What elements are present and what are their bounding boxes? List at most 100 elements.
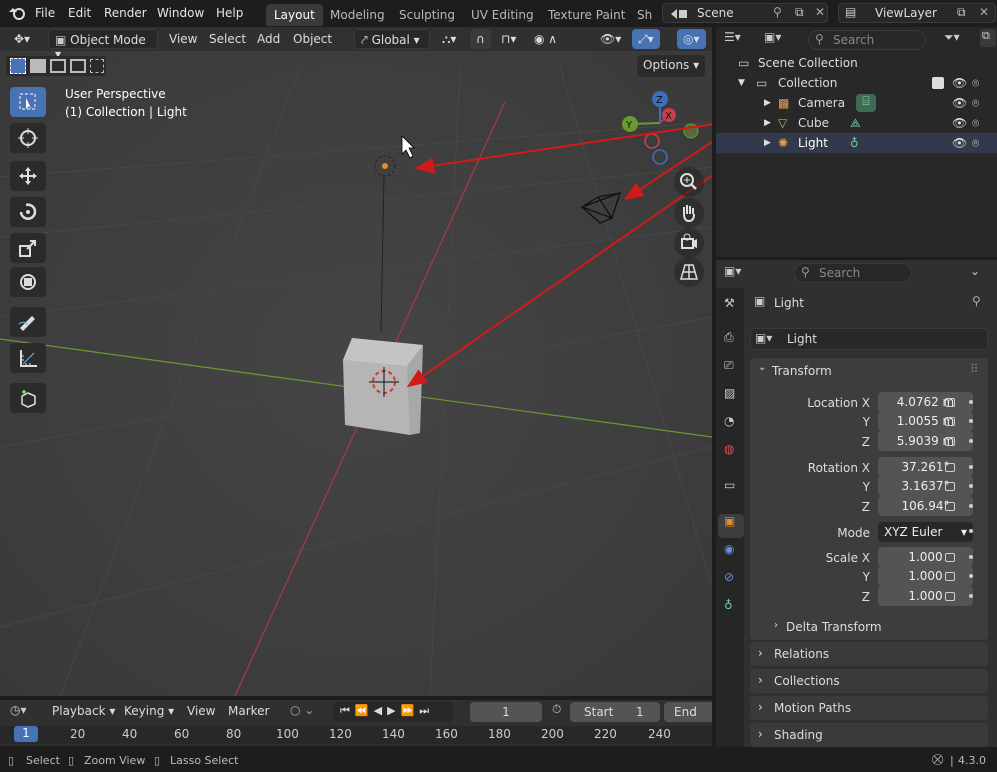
end-frame-field[interactable]: End [664, 702, 712, 722]
select-subtract-icon[interactable] [50, 59, 66, 73]
select-invert-icon[interactable] [70, 59, 86, 73]
pin-icon[interactable]: ⚲ [773, 5, 782, 19]
light-data-tab-icon[interactable]: ♁ [718, 598, 744, 622]
auto-keying-icon[interactable]: ○ ⌄ [290, 703, 314, 717]
object-tab-icon[interactable]: ▣ [718, 514, 744, 538]
rotate-tool[interactable] [10, 197, 46, 227]
scale-x-field[interactable]: 1.000 [878, 547, 973, 567]
mesh-data-icon[interactable]: ⟁ [850, 116, 861, 131]
keyframe-dot-icon[interactable] [969, 400, 973, 404]
lock-icon[interactable] [945, 572, 955, 581]
motion-paths-section[interactable]: › Motion Paths [750, 696, 988, 720]
gizmo-toggle-icon[interactable]: ⤢▾ [632, 29, 660, 49]
measure-tool[interactable] [10, 343, 46, 373]
select-new-icon[interactable] [10, 58, 26, 74]
scene-selector[interactable]: Scene ⚲ ⧉ ✕ [662, 3, 828, 23]
scale-y-field[interactable]: 1.000 [878, 566, 973, 586]
annotate-tool[interactable] [10, 307, 46, 337]
menu-add[interactable]: Add [251, 29, 286, 49]
scale-tool[interactable] [10, 233, 46, 263]
stopwatch-icon[interactable]: ⏱ [552, 702, 561, 717]
play-icon[interactable]: ▶ [387, 704, 400, 717]
chevron-down-icon[interactable]: ⌄ [758, 362, 766, 373]
mode-dropdown[interactable]: ▣ Object Mode ▾ [48, 29, 158, 61]
marker-menu[interactable]: Marker [228, 704, 269, 718]
visibility-icon[interactable]: 👁▾ [594, 29, 627, 49]
keyframe-dot-icon[interactable] [969, 484, 973, 488]
play-reverse-icon[interactable]: ◀ [374, 704, 387, 717]
rotation-mode-dropdown[interactable]: XYZ Euler ▾ [878, 522, 973, 542]
orientation-dropdown[interactable]: ⤤ Global ▾ [354, 29, 430, 49]
select-intersect-icon[interactable] [90, 59, 104, 73]
editor-type-icon[interactable]: ✥▾ [8, 29, 36, 49]
current-frame-field[interactable]: 1 [470, 702, 542, 722]
select-box-tool[interactable] [10, 87, 46, 117]
next-keyframe-icon[interactable]: ⏩ [401, 704, 420, 717]
eye-icon[interactable]: 👁 [952, 76, 967, 90]
view-layer-tab-icon[interactable]: ▨ [718, 386, 744, 410]
chevron-down-icon[interactable]: ▼ [738, 78, 745, 88]
pan-hand-icon[interactable] [674, 198, 704, 228]
menu-help[interactable]: Help [216, 6, 243, 20]
keyframe-dot-icon[interactable] [969, 594, 973, 598]
properties-editor-icon[interactable]: ▣▾ [724, 264, 741, 278]
tool-tab-icon[interactable]: ⚒ [718, 296, 744, 320]
light-data-icon[interactable]: ♁ [850, 136, 859, 150]
proportional-edit-icon[interactable]: ◉ ∧ [528, 29, 563, 49]
add-cube-tool[interactable] [10, 383, 46, 413]
tab-modeling[interactable]: Modeling [322, 4, 393, 26]
shading-section[interactable]: › Shading [750, 723, 988, 747]
cursor-tool[interactable] [10, 123, 46, 153]
camera-render-icon[interactable]: ⌾ [972, 116, 979, 131]
cube-object[interactable] [343, 338, 423, 435]
pivot-icon[interactable]: ⛬▾ [436, 29, 462, 49]
collection-tab-icon[interactable]: ▭ [718, 478, 744, 502]
rotation-x-field[interactable]: 37.261° [878, 457, 973, 477]
select-extend-icon[interactable] [30, 59, 46, 73]
jump-start-icon[interactable]: ⏮ [340, 704, 355, 717]
timeline-view-menu[interactable]: View [187, 704, 215, 718]
lock-icon[interactable] [945, 592, 955, 601]
copy-scene-icon[interactable]: ⧉ [795, 5, 804, 20]
location-y-field[interactable]: 1.0055 m [878, 411, 973, 431]
filter-icon[interactable]: ⏷▾ [944, 30, 960, 45]
outliner-item-light[interactable]: ▶ ✺ Light ♁ 👁 ⌾ [716, 133, 997, 153]
scene-tab-icon[interactable]: ◔ [718, 414, 744, 438]
lock-icon[interactable] [945, 482, 955, 491]
prev-keyframe-icon[interactable]: ⏪ [355, 704, 374, 717]
snap-icon[interactable]: ∩ [470, 29, 491, 49]
keyframe-dot-icon[interactable] [969, 529, 973, 533]
lock-icon[interactable] [945, 417, 955, 426]
display-mode-icon[interactable]: ▣▾ [764, 30, 781, 44]
scale-z-field[interactable]: 1.000 [878, 586, 973, 606]
physics-tab-icon[interactable]: ◉ [718, 542, 744, 566]
view-layer-selector[interactable]: ▤ ViewLayer ⧉ ✕ [838, 3, 996, 23]
keyframe-dot-icon[interactable] [969, 504, 973, 508]
lock-icon[interactable] [945, 553, 955, 562]
exclude-checkbox[interactable] [932, 77, 944, 89]
scene-collection-row[interactable]: ▭ Scene Collection [716, 53, 997, 73]
timeline-editor-icon[interactable]: ◷▾ [10, 703, 27, 717]
tab-shading[interactable]: Sh [629, 4, 654, 26]
menu-render[interactable]: Render [104, 6, 147, 20]
playhead[interactable]: 1 [14, 726, 38, 742]
keyframe-dot-icon[interactable] [969, 439, 973, 443]
chevron-down-icon[interactable]: ⌄ [970, 264, 980, 278]
start-frame-field[interactable]: Start 1 [570, 702, 660, 722]
collections-section[interactable]: › Collections [750, 669, 988, 693]
camera-render-icon[interactable]: ⌾ [972, 96, 979, 111]
rotation-y-field[interactable]: 3.1637° [878, 476, 973, 496]
lock-icon[interactable] [945, 437, 955, 446]
frame-ruler[interactable]: 1 20 40 60 80 100 120 140 160 180 200 22… [0, 726, 712, 744]
rotation-z-field[interactable]: 106.94° [878, 496, 973, 516]
blender-logo-icon[interactable] [8, 5, 28, 21]
new-collection-icon[interactable]: ⧉ [980, 29, 996, 47]
eye-icon[interactable]: 👁 [952, 96, 967, 110]
camera-render-icon[interactable]: ⌾ [972, 76, 979, 91]
outliner-editor-icon[interactable]: ☰▾ [724, 30, 741, 44]
move-tool[interactable] [10, 161, 46, 191]
3d-viewport[interactable]: Z X Y ✥▾ ▣ Object Mode ▾ View Select Add… [0, 27, 712, 696]
network-off-icon[interactable]: ⛒ [932, 753, 943, 767]
keyframe-dot-icon[interactable] [969, 419, 973, 423]
lock-icon[interactable] [945, 463, 955, 472]
